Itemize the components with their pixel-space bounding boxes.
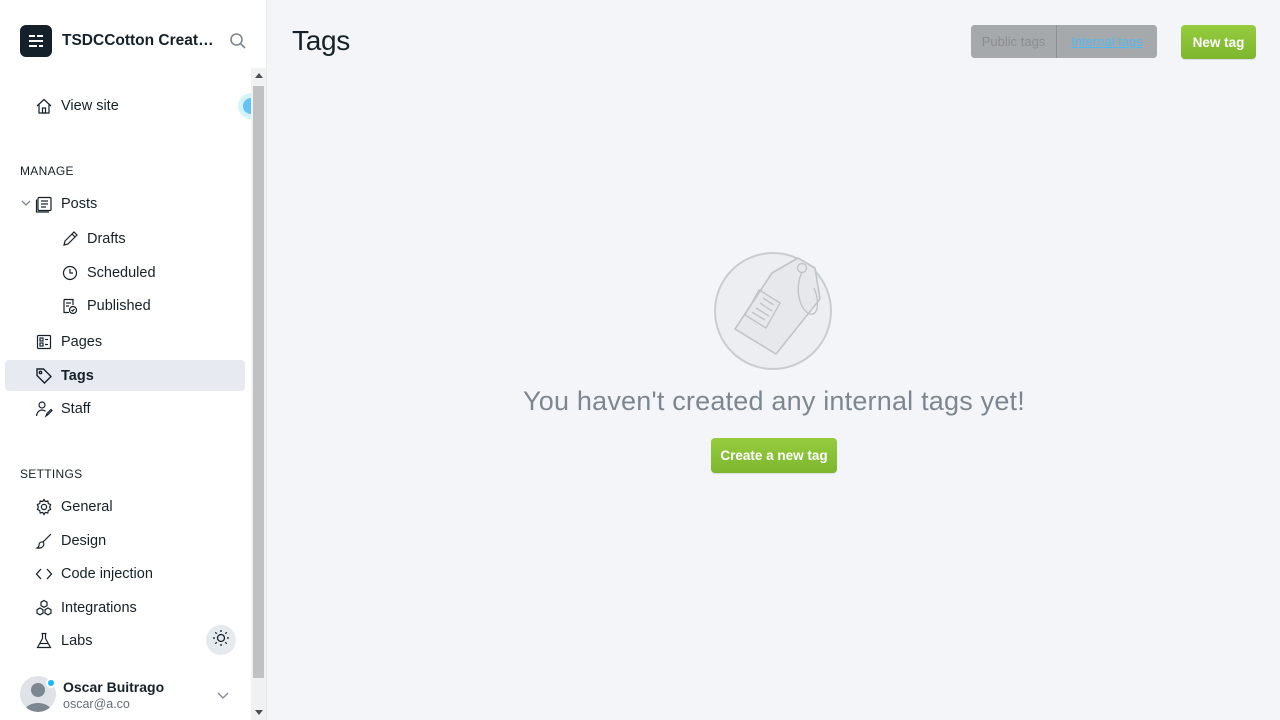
sidebar-item-label: Labs bbox=[61, 633, 93, 649]
flask-icon bbox=[35, 632, 53, 650]
sidebar-item-label: Scheduled bbox=[87, 265, 156, 281]
user-email: oscar@a.co bbox=[63, 697, 130, 711]
sidebar-item-general[interactable]: General bbox=[5, 491, 245, 522]
view-site-label: View site bbox=[61, 98, 119, 114]
sidebar: TSDCCotton Creations View site MANAGE Po… bbox=[0, 0, 267, 720]
brush-icon bbox=[35, 532, 53, 550]
public-tags-tab[interactable]: Public tags bbox=[971, 25, 1057, 58]
sidebar-scrollbar[interactable] bbox=[251, 68, 266, 720]
integrations-icon bbox=[35, 599, 53, 617]
view-site-link[interactable]: View site bbox=[5, 90, 245, 121]
published-icon bbox=[61, 297, 79, 315]
site-logo-icon[interactable] bbox=[20, 25, 52, 57]
sidebar-header: TSDCCotton Creations bbox=[20, 25, 251, 57]
code-icon bbox=[35, 565, 53, 583]
sidebar-item-integrations[interactable]: Integrations bbox=[5, 592, 245, 623]
notification-badge bbox=[46, 678, 56, 688]
manage-heading: MANAGE bbox=[20, 164, 74, 178]
empty-tags-illustration-icon bbox=[714, 250, 836, 372]
tag-type-filter: Public tags Internal tags bbox=[971, 25, 1157, 58]
sidebar-scroll-area: TSDCCotton Creations View site MANAGE Po… bbox=[0, 0, 264, 720]
home-icon bbox=[35, 97, 53, 115]
gear-icon bbox=[35, 498, 53, 516]
page-title: Tags bbox=[292, 25, 350, 56]
search-icon[interactable] bbox=[228, 31, 248, 51]
sidebar-item-label: Design bbox=[61, 533, 107, 549]
clock-icon bbox=[61, 264, 79, 282]
sun-icon bbox=[212, 629, 230, 652]
scroll-down-arrow-icon[interactable] bbox=[255, 710, 263, 715]
sidebar-item-label: Pages bbox=[61, 334, 103, 350]
sidebar-item-label: Code injection bbox=[61, 566, 153, 582]
sidebar-item-design[interactable]: Design bbox=[5, 525, 245, 556]
tag-icon bbox=[35, 367, 53, 385]
pages-icon bbox=[35, 333, 53, 351]
sidebar-item-staff[interactable]: Staff bbox=[5, 393, 245, 424]
settings-heading: SETTINGS bbox=[20, 467, 83, 481]
sidebar-item-pages[interactable]: Pages bbox=[5, 326, 245, 357]
scrollbar-thumb[interactable] bbox=[253, 86, 264, 678]
chevron-down-icon[interactable] bbox=[19, 196, 33, 210]
scroll-up-arrow-icon[interactable] bbox=[255, 73, 263, 78]
staff-icon bbox=[35, 400, 53, 418]
sidebar-item-published[interactable]: Published bbox=[5, 290, 245, 321]
sidebar-item-label: Published bbox=[87, 298, 151, 314]
new-tag-button[interactable]: New tag bbox=[1181, 25, 1256, 59]
sidebar-item-drafts[interactable]: Drafts bbox=[5, 223, 245, 254]
sidebar-item-posts[interactable]: Posts bbox=[5, 188, 245, 219]
sidebar-item-label: Staff bbox=[61, 401, 91, 417]
sidebar-item-scheduled[interactable]: Scheduled bbox=[5, 257, 245, 288]
sidebar-item-label: Drafts bbox=[87, 231, 126, 247]
empty-state-message: You haven't created any internal tags ye… bbox=[523, 386, 1025, 416]
theme-toggle-button[interactable] bbox=[206, 625, 236, 655]
posts-icon bbox=[35, 195, 53, 213]
main-content: Tags Public tags Internal tags New tag Y… bbox=[268, 0, 1280, 720]
sidebar-item-code-injection[interactable]: Code injection bbox=[5, 558, 245, 589]
pencil-icon bbox=[61, 230, 79, 248]
sidebar-item-label: Integrations bbox=[61, 600, 137, 616]
user-name: Oscar Buitrago bbox=[63, 679, 165, 695]
internal-tags-tab[interactable]: Internal tags bbox=[1057, 25, 1157, 58]
create-new-tag-button[interactable]: Create a new tag bbox=[711, 438, 837, 473]
user-menu[interactable]: Oscar Buitrago oscar@a.co bbox=[20, 676, 240, 716]
sidebar-item-tags[interactable]: Tags bbox=[5, 360, 245, 391]
sidebar-item-label: Posts bbox=[61, 196, 98, 212]
sidebar-item-label: Tags bbox=[61, 368, 94, 384]
site-title[interactable]: TSDCCotton Creations bbox=[62, 32, 214, 50]
sidebar-item-label: General bbox=[61, 499, 113, 515]
chevron-down-icon[interactable] bbox=[216, 688, 230, 702]
